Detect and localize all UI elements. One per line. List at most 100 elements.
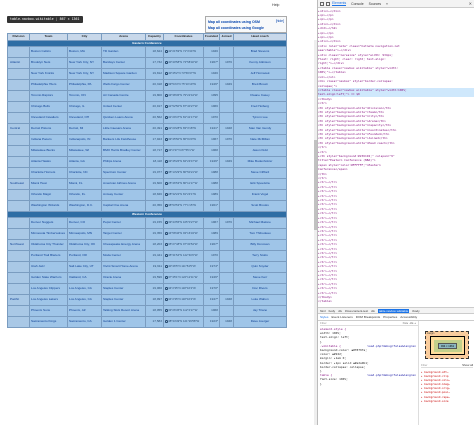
inspect-element-icon[interactable]: [320, 1, 324, 6]
arena-link[interactable]: Barclays Center: [101, 57, 146, 69]
team-link[interactable]: Chicago Bulls: [29, 101, 68, 113]
coach-link[interactable]: Quin Snyder: [233, 261, 287, 273]
coordinates-cell[interactable]: 34°2′35″N 118°16′2″W: [163, 283, 204, 295]
team-link[interactable]: Boston Celtics: [29, 46, 68, 58]
division-cell[interactable]: [7, 228, 30, 240]
device-toolbar-icon[interactable]: [326, 1, 330, 6]
coordinates-cell[interactable]: 42°21′59″N 71°3′44″W: [163, 46, 204, 58]
coordinates-cell[interactable]: 39°54′4″N 75°10′19″W: [163, 79, 204, 91]
breadcrumb-item[interactable]: tbody: [412, 309, 419, 313]
coordinates-cell[interactable]: 39°44′55″N 105°0′27″W: [163, 217, 204, 229]
team-link[interactable]: Miami Heat: [29, 178, 68, 190]
css-source-link[interactable]: load.php?debug=false&lang=en: [367, 373, 416, 377]
city-link[interactable]: Salt Lake City, UT: [67, 261, 102, 273]
coach-link[interactable]: Erik Spoelstra: [233, 178, 287, 190]
city-link[interactable]: Minneapolis, MN: [67, 228, 102, 240]
city-link[interactable]: Washington, D.C.: [67, 200, 102, 212]
arena-link[interactable]: American Airlines Arena: [101, 178, 146, 190]
coach-link[interactable]: Frank Vogel: [233, 189, 287, 201]
division-cell[interactable]: [7, 167, 30, 179]
coordinates-cell[interactable]: 33°45′26″N 84°23′47″W: [163, 156, 204, 168]
coordinates-text[interactable]: 25°46′53″N 80°11′17″W: [168, 181, 197, 185]
coordinates-cell[interactable]: 41°52′50″N 87°40′27″W: [163, 101, 204, 113]
computed-property[interactable]: ▸ background-size: [421, 399, 474, 403]
coordinates-cell[interactable]: 33°26′45″N 112°4′17″W: [163, 305, 204, 317]
coach-link[interactable]: Steve Kerr: [233, 272, 287, 284]
division-cell[interactable]: [7, 112, 30, 124]
arena-link[interactable]: Air Canada Centre: [101, 90, 146, 102]
hide-link[interactable]: [hide]: [276, 19, 284, 23]
coordinates-cell[interactable]: 41°29′47″N 81°41′17″W: [163, 112, 204, 124]
city-link[interactable]: Chicago, IL: [67, 101, 102, 113]
coach-link[interactable]: Mike Budenholzer: [233, 156, 287, 168]
arena-link[interactable]: Little Caesars Arena: [101, 123, 146, 135]
coordinates-cell[interactable]: 38°34′49″N 121°29′58″W: [163, 316, 204, 328]
city-link[interactable]: Oklahoma City, OK: [67, 239, 102, 251]
arena-link[interactable]: United Center: [101, 101, 146, 113]
coordinates-cell[interactable]: 39°45′50″N 86°9′20″W: [163, 134, 204, 146]
coordinates-text[interactable]: 41°29′47″N 81°41′17″W: [168, 115, 197, 119]
styles-subtab[interactable]: Properties: [383, 315, 397, 319]
coach-link[interactable]: Steve Clifford: [233, 167, 287, 179]
coach-link[interactable]: Stan Van Gundy: [233, 123, 287, 135]
team-link[interactable]: Utah Jazz: [29, 261, 68, 273]
coordinates-text[interactable]: 38°34′49″N 121°29′58″W: [168, 319, 199, 323]
division-cell[interactable]: [7, 79, 30, 91]
team-link[interactable]: New York Knicks: [29, 68, 68, 80]
arena-link[interactable]: Wells Fargo Center: [101, 79, 146, 91]
division-cell[interactable]: [7, 250, 30, 262]
coordinates-text[interactable]: 42°20′28″N 83°3′18″W: [168, 126, 196, 130]
team-link[interactable]: Washington Wizards: [29, 200, 68, 212]
coordinates-text[interactable]: 43°2′37″N 87°55′1″W: [168, 148, 194, 152]
team-link[interactable]: Minnesota Timberwolves: [29, 228, 68, 240]
coordinates-text[interactable]: 44°58′46″N 93°16′34″W: [168, 231, 197, 235]
arena-link[interactable]: Quicken Loans Arena: [101, 112, 146, 124]
coordinates-cell[interactable]: 45°31′54″N 122°40′0″W: [163, 250, 204, 262]
coordinates-text[interactable]: 45°31′54″N 122°40′0″W: [168, 253, 197, 257]
team-link[interactable]: Detroit Pistons: [29, 123, 68, 135]
coach-link[interactable]: Doc Rivers: [233, 283, 287, 295]
coordinates-cell[interactable]: 34°2′35″N 118°16′2″W: [163, 294, 204, 306]
coordinates-cell[interactable]: 44°58′46″N 93°16′34″W: [163, 228, 204, 240]
division-cell[interactable]: Northwest: [7, 239, 30, 251]
city-link[interactable]: Indianapolis, IN: [67, 134, 102, 146]
coach-link[interactable]: Jay Triano: [233, 305, 287, 317]
coach-link[interactable]: Nate McMillan: [233, 134, 287, 146]
arena-link[interactable]: Target Center: [101, 228, 146, 240]
division-cell[interactable]: [7, 261, 30, 273]
coordinates-text[interactable]: 39°44′55″N 105°0′27″W: [168, 220, 197, 224]
arena-link[interactable]: Staples Center: [101, 283, 146, 295]
close-icon[interactable]: ✕: [469, 1, 472, 6]
breadcrumb-item[interactable]: table.navbox.wikitable: [377, 308, 410, 313]
city-link[interactable]: Portland, OR: [67, 250, 102, 262]
city-link[interactable]: Oakland, CA: [67, 272, 102, 284]
styles-subtab[interactable]: DOM Breakpoints: [356, 315, 380, 319]
coordinates-text[interactable]: 35°13′29″N 80°50′21″W: [168, 170, 197, 174]
team-link[interactable]: Charlotte Hornets: [29, 167, 68, 179]
coordinates-cell[interactable]: 37°45′1″N 122°12′11″W: [163, 272, 204, 284]
arena-link[interactable]: TD Garden: [101, 46, 146, 58]
coach-link[interactable]: Scott Brooks: [233, 200, 287, 212]
city-link[interactable]: Denver, CO: [67, 217, 102, 229]
city-link[interactable]: Detroit, MI: [67, 123, 102, 135]
division-cell[interactable]: [7, 68, 30, 80]
styles-subtab[interactable]: Accessibility: [400, 315, 417, 319]
arena-link[interactable]: Pepsi Center: [101, 217, 146, 229]
division-cell[interactable]: Central: [7, 123, 30, 135]
city-link[interactable]: Charlotte, NC: [67, 167, 102, 179]
team-link[interactable]: Los Angeles Clippers: [29, 283, 68, 295]
breadcrumb-item[interactable]: body: [329, 309, 336, 313]
more-tabs-icon[interactable]: »: [386, 2, 388, 6]
arena-link[interactable]: Philips Arena: [101, 156, 146, 168]
division-cell[interactable]: [7, 134, 30, 146]
styles-filter-input[interactable]: Filter :hov .cls +: [320, 321, 418, 326]
arena-link[interactable]: Bankers Life Fieldhouse: [101, 134, 146, 146]
arena-link[interactable]: Staples Center: [101, 294, 146, 306]
breadcrumb-item[interactable]: div: [338, 309, 342, 313]
city-link[interactable]: Atlanta, GA: [67, 156, 102, 168]
division-cell[interactable]: [7, 156, 30, 168]
dom-tree[interactable]: ▸<div>…</div> ▸<p>…</p> ▸<p>…</p> ▸<div>…: [318, 9, 474, 307]
coordinates-text[interactable]: 40°40′58″N 73°58′32″W: [168, 60, 197, 64]
dom-node-line[interactable]: </table>: [318, 299, 474, 303]
styles-subtab[interactable]: Styles: [320, 315, 328, 319]
